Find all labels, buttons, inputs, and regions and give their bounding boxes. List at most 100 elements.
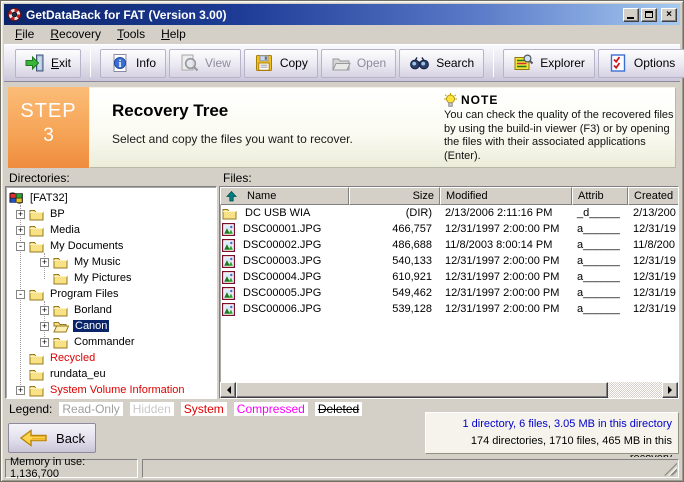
directories-label: Directories: [9,171,70,185]
exit-button[interactable]: Exit [15,49,81,78]
search-binoculars-icon [409,53,430,73]
file-row-dsc00002-jpg[interactable]: DSC00002.JPG486,68811/8/2003 8:00:14 PMa… [220,237,678,253]
file-created-cell: 12/31/19 [628,303,678,315]
tree-item-label: Canon [73,320,109,332]
file-row-dsc00004-jpg[interactable]: DSC00004.JPG610,92112/31/1997 2:00:00 PM… [220,269,678,285]
expand-plus-icon[interactable]: + [40,258,49,267]
menu-item-recovery[interactable]: Recovery [42,25,109,44]
file-modified-cell: 12/31/1997 2:00:00 PM [440,287,572,299]
expand-plus-icon[interactable]: + [16,210,25,219]
legend-readonly: Read-Only [59,402,122,416]
tree-item-canon[interactable]: + Canon [6,318,216,334]
expand-plus-icon[interactable]: + [16,226,25,235]
tree-item-my-music[interactable]: +My Music [6,254,216,270]
tree-item-media[interactable]: + Media [6,222,216,238]
bulb-icon [444,93,457,107]
tree-item-borland[interactable]: +Borland [6,302,216,318]
scrollbar-track[interactable] [608,382,662,398]
file-name-cell: DSC00004.JPG [220,271,349,284]
search-button[interactable]: Search [399,49,484,78]
scroll-right-button[interactable] [662,382,678,398]
note-block: NOTE You can check the quality of the re… [444,93,682,163]
column-header-label: Name [247,190,276,202]
file-modified-cell: 11/8/2003 8:00:14 PM [440,239,572,251]
file-modified-cell: 12/31/1997 2:00:00 PM [440,223,572,235]
toolbar-button-label: Info [136,56,156,70]
file-name: DC USB WIA [245,207,310,219]
collapse-minus-icon[interactable]: - [16,242,25,251]
tree-item-my-documents[interactable]: -My Documents [6,238,216,254]
close-button[interactable]: × [661,8,677,22]
file-row-dsc00001-jpg[interactable]: DSC00001.JPG466,75712/31/1997 2:00:00 PM… [220,221,678,237]
file-created-cell: 12/31/19 [628,255,678,267]
file-created-cell: 12/31/19 [628,287,678,299]
copy-button[interactable]: Copy [244,49,318,78]
column-header-label: Created [634,190,673,202]
back-button[interactable]: Back [8,423,96,453]
step-banner: STEP 3 Recovery Tree Select and copy the… [8,87,676,168]
column-header-label: Size [413,190,434,202]
tree-item-program-files[interactable]: -Program Files [6,286,216,302]
tree-item-recycled[interactable]: Recycled [6,350,216,366]
explorer-icon [513,53,534,73]
file-name-cell: DC USB WIA [220,207,349,220]
jpg-file-icon [222,223,235,236]
scroll-right-icon [668,386,676,394]
toolbar-button-label: View [205,56,231,70]
collapse-minus-icon[interactable]: - [16,290,25,299]
tree-item-label: [FAT32] [28,192,70,204]
window-title: GetDataBack for FAT (Version 3.00) [26,8,621,22]
tree-item-label: BP [48,208,67,220]
expand-plus-icon[interactable]: + [16,386,25,395]
tree-item-rundata-eu[interactable]: rundata_eu [6,366,216,382]
expand-plus-icon[interactable]: + [40,338,49,347]
tree-item-bp[interactable]: + BP [6,206,216,222]
tree-body: [FAT32]+BP+Media-My Documents+My MusicMy… [6,190,216,398]
file-row-dsc00005-jpg[interactable]: DSC00005.JPG549,46212/31/1997 2:00:00 PM… [220,285,678,301]
file-attrib-cell: a______ [572,255,628,267]
tree-item-label: Media [48,224,82,236]
menu-item-file[interactable]: File [7,25,42,44]
maximize-button[interactable] [641,8,657,22]
tree-item-my-pictures[interactable]: My Pictures [6,270,216,286]
file-row-dsc00006-jpg[interactable]: DSC00006.JPG539,12812/31/1997 2:00:00 PM… [220,301,678,317]
info-button[interactable]: iInfo [100,49,166,78]
resize-grip[interactable] [664,463,677,476]
toolbar-button-label: Copy [280,56,308,70]
file-created-cell: 2/13/200 [628,207,678,219]
files-label: Files: [223,171,252,185]
file-size-cell: 539,128 [349,303,440,315]
tree-item-commander[interactable]: +Commander [6,334,216,350]
folder-icon [222,207,237,220]
scrollbar-thumb[interactable] [236,382,608,398]
file-attrib-cell: a______ [572,303,628,315]
stats-panel: 1 directory, 6 files, 3.05 MB in this di… [425,412,679,454]
horizontal-scrollbar[interactable] [220,382,678,398]
tree-item-fat32[interactable]: [FAT32] [6,190,216,206]
column-header-created[interactable]: Created [628,187,679,205]
column-header-attrib[interactable]: Attrib [572,187,628,205]
explorer-button[interactable]: Explorer [503,49,595,78]
tree-item-label: My Pictures [72,272,133,284]
tree-item-system-volume-information[interactable]: +System Volume Information [6,382,216,398]
file-size-cell: 540,133 [349,255,440,267]
minimize-button[interactable] [623,8,639,22]
expand-plus-icon[interactable]: + [40,322,49,331]
scroll-left-button[interactable] [220,382,236,398]
options-button[interactable]: Options [598,49,684,78]
title-bar: GetDataBack for FAT (Version 3.00) × [4,4,680,25]
file-row-dc-usb-wia[interactable]: DC USB WIA(DIR)2/13/2006 2:11:16 PM_d___… [220,205,678,221]
column-header-modified[interactable]: Modified [440,187,572,205]
menu-bar: FileRecoveryToolsHelp [4,25,680,44]
file-row-dsc00003-jpg[interactable]: DSC00003.JPG540,13312/31/1997 2:00:00 PM… [220,253,678,269]
toolbar: ExitiInfoViewCopyOpenSearchExplorerOptio… [4,44,680,82]
files-rows: DC USB WIA(DIR)2/13/2006 2:11:16 PM_d___… [220,205,678,382]
column-header-name[interactable]: Name [220,187,349,205]
folder-icon [29,240,44,253]
page-title: Recovery Tree [112,101,228,121]
menu-item-help[interactable]: Help [153,25,194,44]
expand-plus-icon[interactable]: + [40,306,49,315]
menu-item-tools[interactable]: Tools [109,25,153,44]
column-header-size[interactable]: Size [349,187,440,205]
legend-system: System [181,402,227,416]
